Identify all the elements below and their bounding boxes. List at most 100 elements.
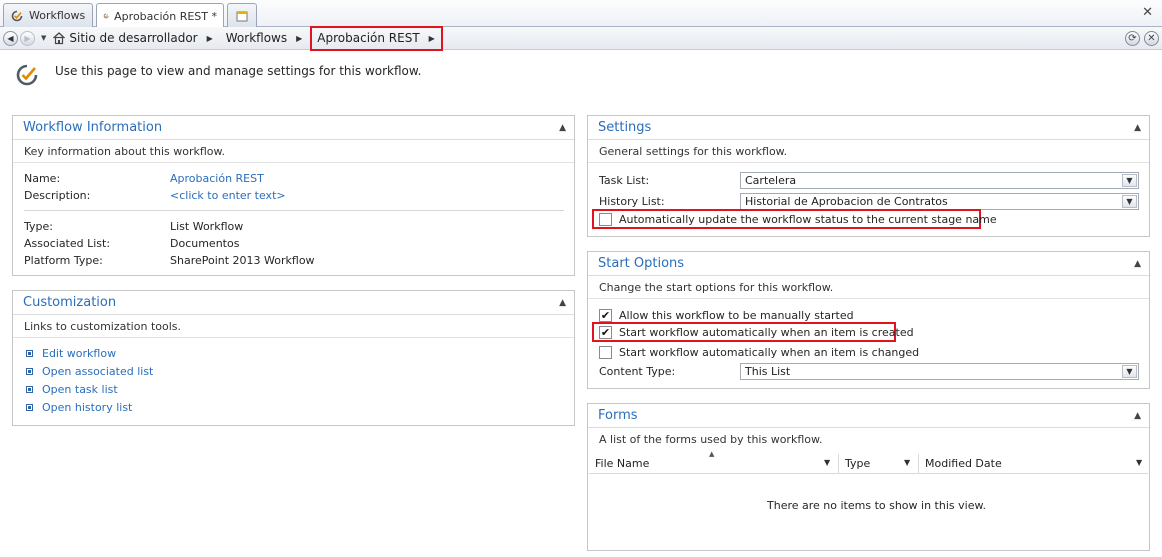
workflow-information-panel: Workflow Information ▲ Key information a…: [12, 115, 575, 276]
refresh-icon[interactable]: ⟳: [1125, 31, 1140, 46]
panel-title: Start Options: [598, 256, 685, 271]
task-list-select[interactable]: Cartelera ▼: [740, 172, 1139, 189]
settings-panel: Settings ▲ General settings for this wor…: [587, 115, 1150, 237]
page-description: Use this page to view and manage setting…: [55, 64, 422, 78]
history-list-label: History List:: [599, 195, 665, 208]
address-bar: ◀ ▶ ▼ Sitio de desarrollador ▶ Workflows…: [0, 25, 1162, 51]
associated-list-label: Associated List:: [24, 237, 111, 250]
filter-dropdown-icon[interactable]: ▼: [904, 458, 910, 467]
forms-table-header: File Name ▼ Type ▼ Modified Date ▼: [589, 454, 1148, 474]
type-value: List Workflow: [170, 220, 244, 233]
manual-start-option[interactable]: ✔ Allow this workflow to be manually star…: [599, 308, 854, 323]
panel-description: Key information about this workflow.: [13, 140, 574, 163]
chevron-down-icon[interactable]: ▼: [1122, 195, 1137, 208]
start-on-change-checkbox[interactable]: [599, 345, 612, 359]
panel-description: General settings for this workflow.: [588, 140, 1149, 163]
back-button[interactable]: ◀: [3, 30, 18, 46]
stop-icon[interactable]: ✕: [1144, 31, 1159, 46]
panel-title: Customization: [23, 295, 117, 310]
collapse-icon[interactable]: ▲: [1134, 259, 1141, 269]
panel-header: Start Options ▲: [588, 252, 1149, 276]
start-on-change-option[interactable]: Start workflow automatically when an ite…: [599, 345, 920, 360]
forms-panel: Forms ▲ A list of the forms used by this…: [587, 403, 1150, 551]
collapse-icon[interactable]: ▲: [1134, 123, 1141, 133]
back-icon: ◀: [7, 33, 14, 43]
chevron-right-icon: ▶: [296, 33, 303, 43]
auto-update-label: Automatically update the workflow status…: [619, 213, 997, 226]
chevron-down-icon[interactable]: ▼: [1122, 174, 1137, 187]
column-type[interactable]: Type: [845, 457, 870, 470]
bullet-icon: [26, 367, 33, 375]
edit-workflow-link[interactable]: Edit workflow: [26, 347, 116, 360]
close-icon[interactable]: ✕: [1142, 5, 1153, 20]
breadcrumb-label: Sitio de desarrollador: [69, 31, 198, 45]
forward-button[interactable]: ▶: [20, 30, 35, 46]
name-value[interactable]: Aprobación REST: [170, 172, 264, 185]
open-task-list-link[interactable]: Open task list: [26, 383, 118, 396]
start-on-create-option[interactable]: ✔ Start workflow automatically when an it…: [599, 325, 914, 340]
panel-title: Settings: [598, 120, 652, 135]
auto-update-option[interactable]: Automatically update the workflow status…: [599, 212, 997, 227]
bullet-icon: [26, 349, 33, 357]
chevron-down-icon[interactable]: ▼: [1122, 365, 1137, 378]
task-list-value: Cartelera: [745, 174, 797, 187]
panel-header: Customization ▲: [13, 291, 574, 315]
column-modified-date[interactable]: Modified Date: [925, 457, 1002, 470]
home-icon[interactable]: [52, 31, 66, 45]
new-tab-icon: [236, 11, 248, 21]
collapse-icon[interactable]: ▲: [559, 298, 566, 308]
collapse-icon[interactable]: ▲: [559, 123, 566, 133]
tab-label: Aprobación REST *: [114, 9, 217, 23]
column-divider: [918, 454, 919, 474]
history-dropdown-icon[interactable]: ▼: [41, 34, 46, 42]
description-label: Description:: [24, 189, 91, 202]
panel-title: Forms: [598, 408, 638, 423]
customization-panel: Customization ▲ Links to customization t…: [12, 290, 575, 426]
column-file-name[interactable]: File Name: [595, 457, 649, 470]
content-type-label: Content Type:: [599, 365, 676, 378]
manual-start-label: Allow this workflow to be manually start…: [619, 309, 854, 322]
start-on-create-checkbox[interactable]: ✔: [599, 325, 612, 339]
auto-update-checkbox[interactable]: [599, 212, 612, 226]
open-history-list-link[interactable]: Open history list: [26, 401, 132, 414]
name-label: Name:: [24, 172, 61, 185]
workflow-icon: [103, 13, 109, 19]
task-list-label: Task List:: [599, 174, 650, 187]
history-list-select[interactable]: Historial de Aprobacion de Contratos ▼: [740, 193, 1139, 210]
breadcrumb-item-site[interactable]: Sitio de desarrollador ▶: [69, 31, 212, 45]
divider: [24, 210, 564, 211]
breadcrumb-item-workflows[interactable]: Workflows ▶: [226, 31, 303, 45]
panel-description: Links to customization tools.: [13, 315, 574, 338]
tab-workflows[interactable]: Workflows: [3, 3, 93, 27]
column-divider: [838, 454, 839, 474]
tab-strip: Workflows Aprobación REST * ✕: [0, 0, 1162, 28]
chevron-right-icon: ▶: [206, 33, 213, 43]
platform-type-label: Platform Type:: [24, 254, 103, 267]
history-list-value: Historial de Aprobacion de Contratos: [745, 195, 948, 208]
open-associated-list-link[interactable]: Open associated list: [26, 365, 153, 378]
panel-header: Settings ▲: [588, 116, 1149, 140]
filter-dropdown-icon[interactable]: ▼: [1136, 458, 1142, 467]
forward-icon: ▶: [24, 33, 31, 43]
manual-start-checkbox[interactable]: ✔: [599, 308, 612, 322]
panel-description: A list of the forms used by this workflo…: [599, 433, 823, 446]
collapse-icon[interactable]: ▲: [1134, 411, 1141, 421]
breadcrumb-label: Workflows: [225, 31, 288, 45]
panel-title: Workflow Information: [23, 120, 163, 135]
description-value[interactable]: <click to enter text>: [170, 189, 286, 202]
bullet-icon: [26, 385, 33, 393]
start-options-panel: Start Options ▲ Change the start options…: [587, 251, 1150, 389]
filter-dropdown-icon[interactable]: ▼: [824, 458, 830, 467]
new-tab-button[interactable]: [227, 3, 257, 27]
platform-type-value: SharePoint 2013 Workflow: [170, 254, 315, 267]
chevron-right-icon: ▶: [428, 33, 435, 43]
start-on-change-label: Start workflow automatically when an ite…: [619, 346, 920, 359]
panel-description: Change the start options for this workfl…: [588, 276, 1149, 299]
panel-header: Workflow Information ▲: [13, 116, 574, 140]
tab-aprobacion-rest[interactable]: Aprobación REST *: [96, 3, 224, 28]
content-type-select[interactable]: This List ▼: [740, 363, 1139, 380]
bullet-icon: [26, 403, 33, 411]
associated-list-value: Documentos: [170, 237, 240, 250]
breadcrumb-current[interactable]: Aprobación REST ▶: [310, 25, 443, 51]
workflow-settings-icon: [16, 64, 38, 86]
